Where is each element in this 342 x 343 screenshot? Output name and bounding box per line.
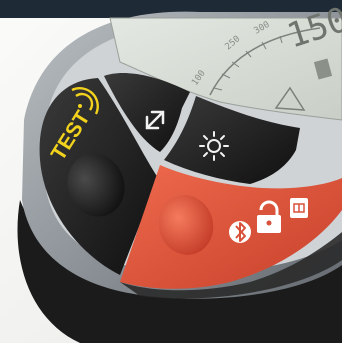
bluetooth-icon	[229, 221, 251, 243]
meter-photo: 100 250 300 150 TEST	[0, 0, 342, 343]
memory-card-icon	[290, 198, 308, 218]
